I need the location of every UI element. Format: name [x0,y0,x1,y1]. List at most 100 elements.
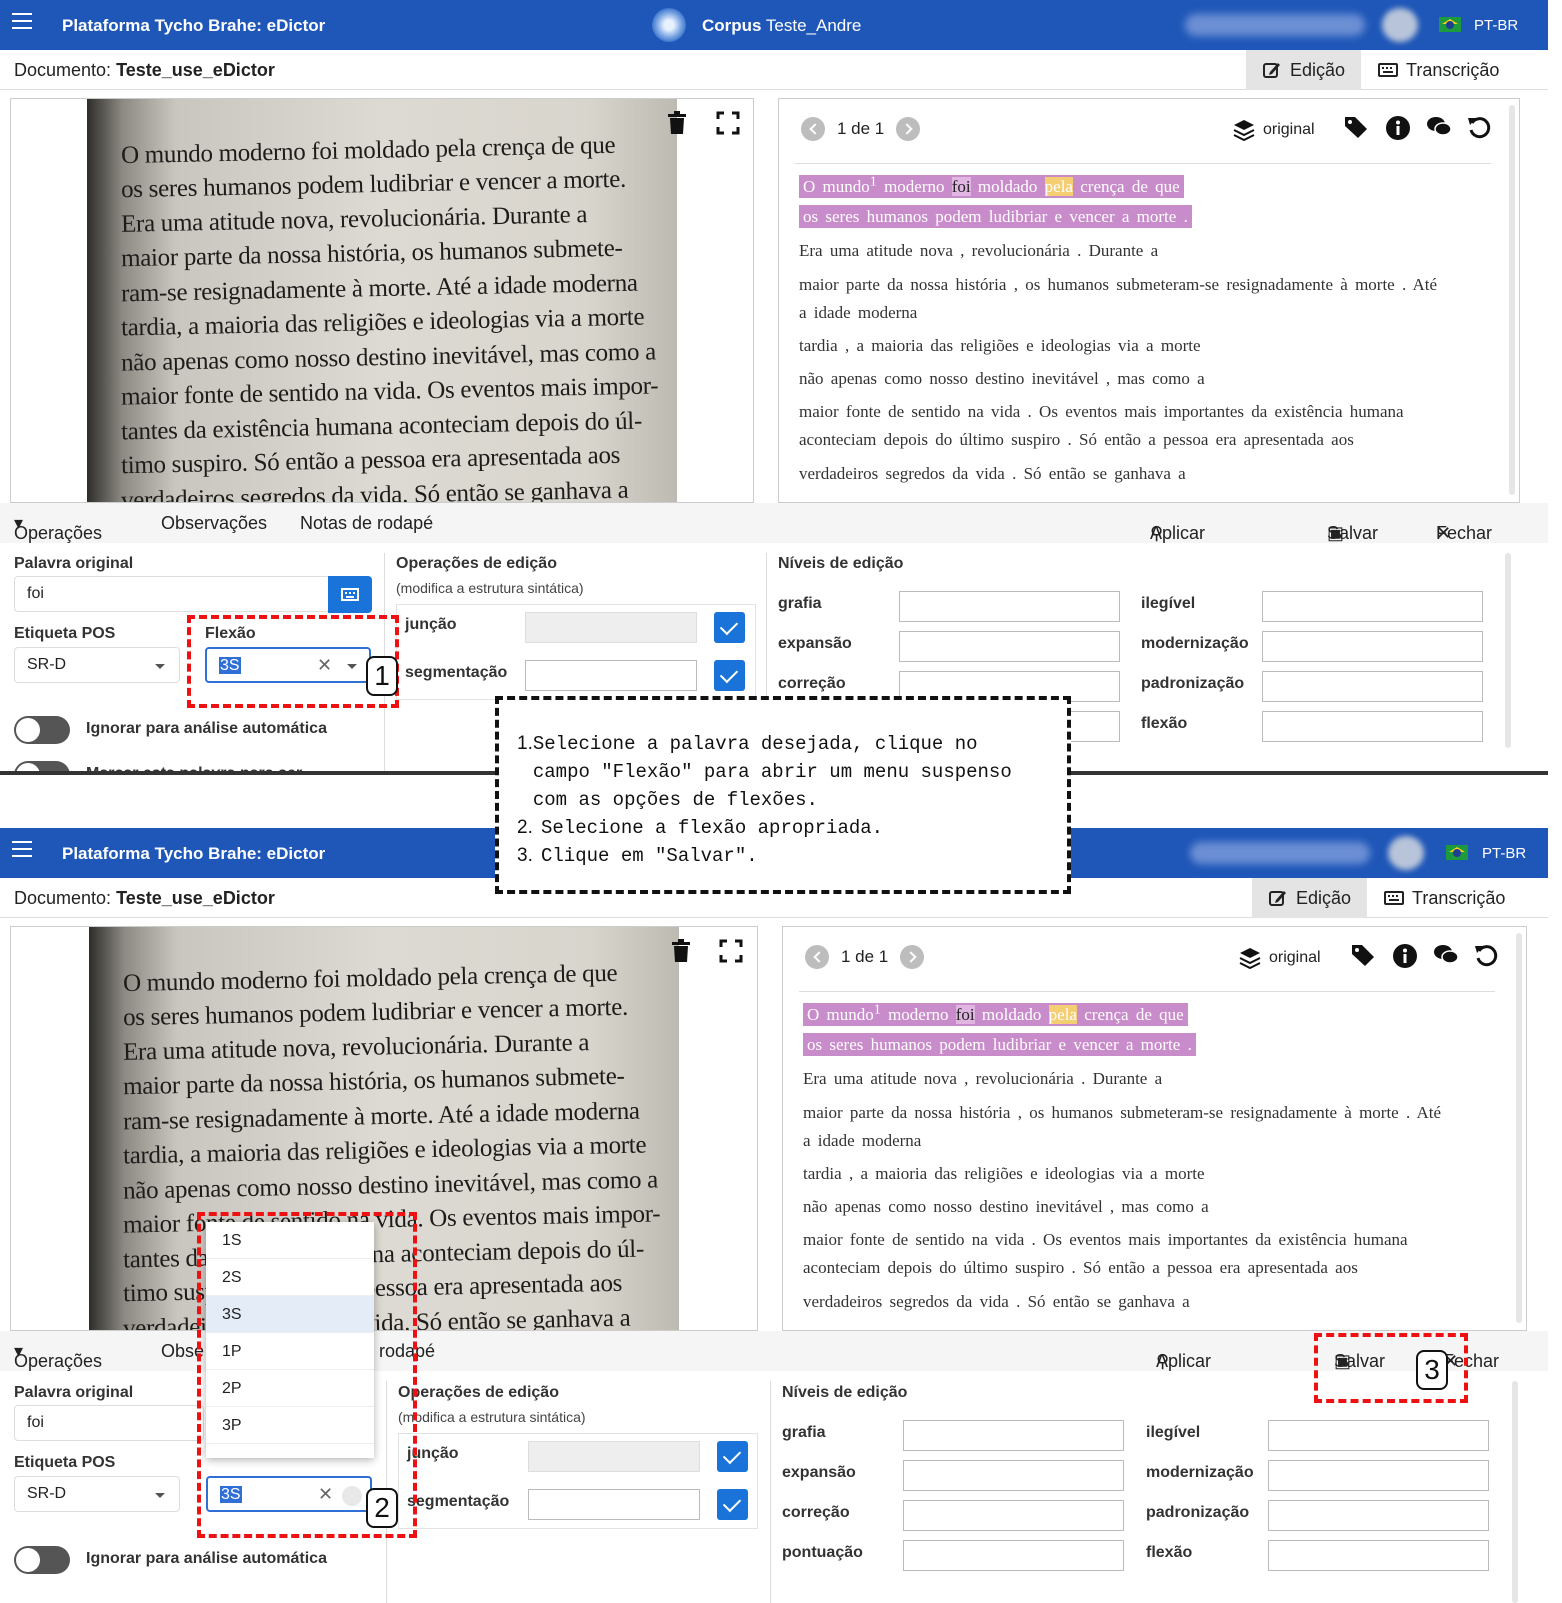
footnotes-tab[interactable]: Notas de rodapé [300,513,433,534]
trash-icon[interactable] [667,111,687,135]
selected-word[interactable]: foi [955,1004,975,1024]
comments-icon[interactable] [1433,943,1459,967]
text-line-4[interactable]: maior parte da nossa história , os human… [799,275,1437,295]
expansao-input[interactable] [899,631,1120,662]
photo-line: Era uma atitude nova, revolucionária. Du… [122,1029,590,1066]
brazil-flag-icon[interactable] [1446,845,1468,860]
prev-page-icon[interactable] [801,117,825,141]
trash-icon[interactable] [671,939,691,963]
tab-transcricao[interactable]: Transcrição [1368,878,1521,918]
app-title: Plataforma Tycho Brahe: eDictor [62,844,326,863]
text-line-8[interactable]: maior fonte de sentido na vida . Os even… [799,402,1404,422]
fullscreen-icon[interactable] [716,111,740,135]
ignore-toggle[interactable] [14,716,70,744]
text-line-3[interactable]: Era uma atitude nova , revolucionária . … [803,1069,1162,1089]
edit-ops-title: Operações de edição [396,555,557,572]
text-line-4[interactable]: maior parte da nossa história , os human… [803,1103,1441,1123]
operations-menu[interactable]: Operações ▾ [14,513,102,543]
layers-icon [1239,948,1261,969]
undo-icon[interactable] [1467,115,1491,139]
text-line-5[interactable]: a idade moderna [803,1131,921,1151]
next-page-icon[interactable] [896,117,921,141]
grafia-input[interactable] [899,591,1120,622]
text-line-1: O mundo1 moderno foi moldado pela crença… [799,173,1184,198]
segmentacao-checkbox[interactable] [717,1489,748,1520]
segmentacao-input[interactable] [525,660,697,691]
language-selector[interactable]: PT-BR [1474,17,1518,34]
text-line-7[interactable]: não apenas como nosso destino inevitável… [799,369,1205,389]
flexao-input[interactable] [1262,711,1483,742]
user-name-blurred[interactable] [1185,14,1365,36]
language-selector[interactable]: PT-BR [1482,845,1526,862]
juncao-input[interactable] [525,612,697,643]
tab-transcricao[interactable]: Transcrição [1362,50,1515,90]
modernizacao-input[interactable] [1262,631,1483,662]
grafia-input[interactable] [903,1420,1124,1451]
flexao-input[interactable] [1268,1540,1489,1571]
view-selector[interactable]: original [1239,947,1321,969]
modernizacao-input[interactable] [1268,1460,1489,1491]
tags-icon[interactable] [1351,943,1377,967]
text-line-3[interactable]: Era uma atitude nova , revolucionária . … [799,241,1158,261]
tab-edicao[interactable]: Edição [1246,50,1361,90]
text-line-10[interactable]: verdadeiros segredos da vida . Só então … [803,1292,1190,1312]
highlighted-sentence[interactable]: O mundo1 moderno foi moldado pela crença… [799,173,1184,198]
scrollbar[interactable] [1505,553,1511,748]
pontuacao-input[interactable] [903,1540,1124,1571]
ilegivel-input[interactable] [1268,1420,1489,1451]
juncao-input[interactable] [528,1441,700,1472]
next-page-icon[interactable] [900,945,925,969]
pos-select[interactable]: SR-D [14,1476,180,1512]
brazil-flag-icon[interactable] [1439,17,1461,32]
scrollbar[interactable] [1509,105,1515,495]
padronizacao-input[interactable] [1262,671,1483,702]
text-line-5[interactable]: a idade moderna [799,303,917,323]
text-line-6[interactable]: tardia , a maioria das religiões e ideol… [799,336,1201,356]
segmentacao-input[interactable] [528,1489,700,1520]
correcao-input[interactable] [903,1500,1124,1531]
ilegivel-input[interactable] [1262,591,1483,622]
operations-menu[interactable]: Operações ▾ [14,1341,102,1371]
highlighted-sentence[interactable]: O mundo1 moderno foi moldado pela crença… [803,1001,1188,1026]
correcao-label: correção [782,1504,850,1521]
prev-page-icon[interactable] [805,945,829,969]
juncao-checkbox[interactable] [717,1441,748,1472]
menu-icon[interactable] [12,841,32,859]
expansao-input[interactable] [903,1460,1124,1491]
photo-line: os seres humanos podem ludibriar e vence… [120,165,627,204]
ilegivel-label: ilegível [1146,1424,1201,1441]
scrollbar[interactable] [1512,1381,1518,1603]
orig-word-input[interactable]: foi [14,576,330,612]
tab-edicao[interactable]: Edição [1252,878,1367,918]
comments-icon[interactable] [1426,115,1452,139]
undo-icon[interactable] [1474,943,1498,967]
keyboard-icon [1378,63,1398,77]
fullscreen-icon[interactable] [719,939,743,963]
keyboard-button[interactable] [328,576,372,613]
text-line-8[interactable]: maior fonte de sentido na vida . Os even… [803,1230,1408,1250]
text-line-7[interactable]: não apenas como nosso destino inevitável… [803,1197,1209,1217]
text-line-10[interactable]: verdadeiros segredos da vida . Só então … [799,464,1186,484]
orig-word-input[interactable]: foi [14,1405,204,1441]
selected-word[interactable]: foi [951,176,971,196]
info-icon[interactable] [1392,943,1418,969]
tags-icon[interactable] [1344,115,1370,139]
scrollbar[interactable] [1516,933,1522,1323]
text-line-9[interactable]: aconteciam depois do último suspiro . Só… [803,1258,1358,1278]
text-line-9[interactable]: aconteciam depois do último suspiro . Só… [799,430,1354,450]
divider [795,163,1491,164]
user-name-blurred[interactable] [1190,842,1370,864]
padronizacao-input[interactable] [1268,1500,1489,1531]
observations-tab[interactable]: Observações [161,513,267,534]
pos-select[interactable]: SR-D [14,647,180,683]
view-selector[interactable]: original [1233,119,1315,141]
info-icon[interactable] [1385,115,1411,141]
menu-icon[interactable] [12,13,32,31]
avatar[interactable] [1382,8,1418,42]
segmentacao-checkbox[interactable] [714,660,745,691]
text-line-6[interactable]: tardia , a maioria das religiões e ideol… [803,1164,1205,1184]
ignore-toggle[interactable] [14,1546,70,1574]
juncao-checkbox[interactable] [714,612,745,643]
avatar[interactable] [1388,836,1424,870]
image-viewer[interactable]: O mundo moderno foi moldado pela crença … [10,98,754,503]
